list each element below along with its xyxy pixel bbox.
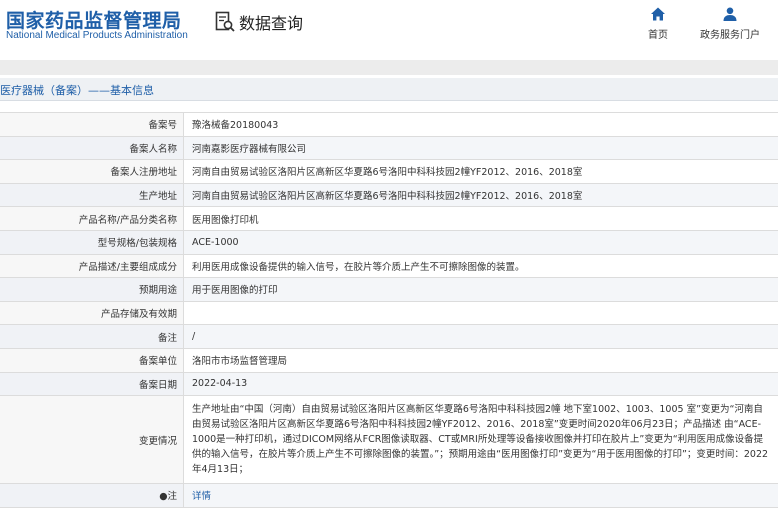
- table-row: 备案号 豫洛械备20180043: [0, 113, 778, 137]
- header-divider: [0, 60, 778, 75]
- nav-home-label: 首页: [648, 30, 668, 41]
- table-row: 型号规格/包装规格 ACE-1000: [0, 230, 778, 255]
- row-value: 洛阳市市场监督管理局: [192, 356, 288, 368]
- nav-portal-label: 政务服务门户: [700, 30, 760, 41]
- row-value: 豫洛械备20180043: [192, 120, 279, 132]
- table-row: 备案人名称 河南嘉影医疗器械有限公司: [0, 136, 778, 161]
- row-label: 备注: [0, 325, 184, 348]
- table-row-change-history: 变更情况 生产地址由“中国（河南）自由贸易试验区洛阳片区高新区华夏路6号洛阳中科…: [0, 396, 778, 485]
- row-label: 产品名称/产品分类名称: [0, 207, 184, 230]
- nav-home[interactable]: 首页: [648, 6, 668, 41]
- row-value: 利用医用成像设备提供的输入信号，在胶片等介质上产生不可擦除图像的装置。: [192, 261, 525, 273]
- table-row: 预期用途 用于医用图像的打印: [0, 278, 778, 302]
- table-row: 备案单位 洛阳市市场监督管理局: [0, 348, 778, 373]
- logo-title[interactable]: 国家药品监督管理局: [6, 6, 182, 33]
- row-label: 产品描述/主要组成成分: [0, 254, 184, 278]
- home-icon: [651, 7, 665, 21]
- details-link[interactable]: 详情: [192, 488, 211, 502]
- table-row: 备注 /: [0, 325, 778, 349]
- row-label: 备案号: [0, 113, 184, 136]
- record-table: 备案号 豫洛械备20180043 备案人名称 河南嘉影医疗器械有限公司 备案人注…: [0, 112, 778, 508]
- table-row: 备案人注册地址 河南自由贸易试验区洛阳片区高新区华夏路6号洛阳中科科技园2幢YF…: [0, 160, 778, 184]
- note-label: ●注: [0, 484, 184, 507]
- row-value: 河南自由贸易试验区洛阳片区高新区华夏路6号洛阳中科科技园2幢YF2012、201…: [192, 167, 583, 179]
- data-query-label: 数据查询: [239, 14, 304, 33]
- row-value: 医用图像打印机: [192, 214, 259, 226]
- row-label: 备案单位: [0, 348, 184, 372]
- data-query-title: 数据查询: [215, 10, 303, 34]
- row-value: 河南自由贸易试验区洛阳片区高新区华夏路6号洛阳中科科技园2幢YF2012、201…: [184, 183, 778, 207]
- row-label: 预期用途: [0, 278, 184, 301]
- row-value: 河南嘉影医疗器械有限公司: [184, 136, 778, 160]
- row-label: 变更情况: [0, 396, 184, 484]
- nav-service-portal[interactable]: 政务服务门户: [700, 6, 760, 41]
- row-value: ACE-1000: [184, 230, 778, 254]
- row-label: 备案人注册地址: [0, 160, 184, 183]
- change-history-text: 生产地址由“中国（河南）自由贸易试验区洛阳片区高新区华夏路6号洛阳中科科技园2幢…: [192, 404, 769, 476]
- table-row-note: ●注 详情: [0, 484, 778, 508]
- table-row: 生产地址 河南自由贸易试验区洛阳片区高新区华夏路6号洛阳中科科技园2幢YF201…: [0, 183, 778, 208]
- row-label: 生产地址: [0, 183, 184, 207]
- row-label: 备案日期: [0, 372, 184, 396]
- section-title: 医疗器械（备案）——基本信息: [0, 84, 154, 97]
- row-value: [184, 302, 778, 325]
- user-icon: [723, 7, 737, 21]
- search-document-icon: [215, 11, 235, 32]
- logo-subtitle: National Medical Products Administration: [6, 30, 188, 41]
- row-label: 型号规格/包装规格: [0, 230, 184, 254]
- row-value: 2022-04-13: [184, 372, 778, 396]
- row-value: 用于医用图像的打印: [184, 278, 778, 301]
- site-header: 国家药品监督管理局 National Medical Products Admi…: [0, 0, 778, 60]
- row-value: /: [184, 325, 778, 348]
- row-label: 产品存储及有效期: [0, 301, 184, 325]
- table-row: 产品描述/主要组成成分 利用医用成像设备提供的输入信号，在胶片等介质上产生不可擦…: [0, 254, 778, 279]
- table-row: 备案日期 2022-04-13: [0, 372, 778, 397]
- row-label: 备案人名称: [0, 136, 184, 160]
- table-row: 产品名称/产品分类名称 医用图像打印机: [0, 207, 778, 231]
- table-row: 产品存储及有效期: [0, 301, 778, 326]
- section-bar: 医疗器械（备案）——基本信息: [0, 78, 778, 101]
